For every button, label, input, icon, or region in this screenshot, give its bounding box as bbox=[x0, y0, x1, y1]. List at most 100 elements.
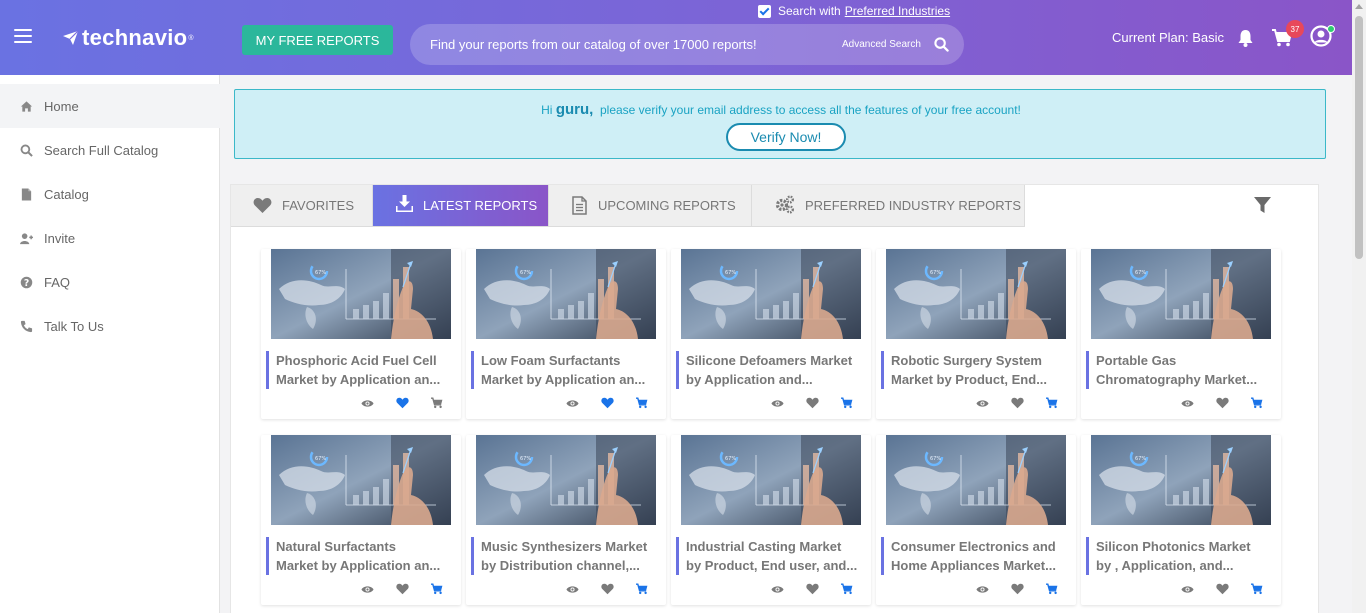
favorite-heart-icon[interactable] bbox=[396, 583, 409, 595]
technavio-logo[interactable]: technavio ® bbox=[62, 25, 194, 51]
report-thumbnail[interactable]: 67% bbox=[476, 435, 656, 525]
favorite-heart-icon[interactable] bbox=[806, 583, 819, 595]
add-to-cart-icon[interactable] bbox=[636, 397, 648, 409]
report-thumbnail[interactable]: 67% bbox=[271, 435, 451, 525]
report-thumbnail[interactable]: 67% bbox=[681, 249, 861, 339]
report-card[interactable]: 67% Natural Surfactants Market by Applicat… bbox=[261, 435, 461, 605]
report-title[interactable]: Portable Gas Chromatography Market... bbox=[1086, 351, 1274, 389]
advanced-search-link[interactable]: Advanced Search bbox=[842, 39, 921, 50]
report-title[interactable]: Industrial Casting Market by Product, End… bbox=[676, 537, 864, 575]
view-eye-icon[interactable] bbox=[566, 397, 579, 410]
add-to-cart-icon[interactable] bbox=[431, 583, 443, 595]
tab-upcoming-reports[interactable]: UPCOMING REPORTS bbox=[549, 185, 752, 227]
report-title[interactable]: Low Foam Surfactants Market by Applicatio… bbox=[471, 351, 659, 389]
add-to-cart-icon[interactable] bbox=[841, 397, 853, 409]
report-card[interactable]: 67% Phosphoric Acid Fuel Cell Market by Ap… bbox=[261, 249, 461, 419]
view-eye-icon[interactable] bbox=[771, 583, 784, 596]
add-to-cart-icon[interactable] bbox=[1251, 397, 1263, 409]
hamburger-menu-icon[interactable] bbox=[14, 29, 32, 43]
report-title-line-2: by Product, End user, and... bbox=[686, 558, 858, 573]
view-eye-icon[interactable] bbox=[976, 397, 989, 410]
report-title[interactable]: Robotic Surgery System Market by Product,… bbox=[881, 351, 1069, 389]
report-card[interactable]: 67% Music Synthesizers Market by Distribut… bbox=[466, 435, 666, 605]
add-to-cart-icon[interactable] bbox=[1251, 583, 1263, 595]
favorite-heart-icon[interactable] bbox=[1216, 583, 1229, 595]
logo-text: technavio bbox=[82, 25, 188, 50]
report-card[interactable]: 67% Consumer Electronics and Home Applianc… bbox=[876, 435, 1076, 605]
report-title[interactable]: Consumer Electronics and Home Appliances … bbox=[881, 537, 1069, 575]
filter-icon[interactable] bbox=[1254, 197, 1271, 214]
my-free-reports-button[interactable]: MY FREE REPORTS bbox=[242, 25, 393, 55]
report-title-line-1: Portable Gas bbox=[1096, 353, 1177, 368]
view-eye-icon[interactable] bbox=[566, 583, 579, 596]
bell-icon[interactable] bbox=[1237, 29, 1254, 47]
favorite-heart-icon[interactable] bbox=[1011, 397, 1024, 409]
report-thumbnail[interactable]: 67% bbox=[1091, 249, 1271, 339]
tab-latest-reports[interactable]: LATEST REPORTS bbox=[373, 185, 549, 227]
report-title[interactable]: Music Synthesizers Market by Distribution… bbox=[471, 537, 659, 575]
preferred-search-toggle[interactable]: Search with Preferred Industries bbox=[758, 4, 950, 18]
sidebar-item-faq[interactable]: ? FAQ bbox=[0, 260, 220, 304]
sidebar-item-home[interactable]: Home bbox=[0, 84, 220, 128]
add-to-cart-icon[interactable] bbox=[1046, 583, 1058, 595]
report-title-line-2: Market by Application an... bbox=[276, 558, 441, 573]
greeting-hi: Hi bbox=[541, 103, 553, 117]
view-eye-icon[interactable] bbox=[976, 583, 989, 596]
report-card[interactable]: 67% Robotic Surgery System Market by Produ… bbox=[876, 249, 1076, 419]
svg-text:67%: 67% bbox=[725, 270, 736, 276]
tab-preferred-industry-reports[interactable]: PREFERRED INDUSTRY REPORTS bbox=[752, 185, 1025, 227]
favorite-heart-icon[interactable] bbox=[1216, 397, 1229, 409]
sidebar-item-talk-to-us[interactable]: Talk To Us bbox=[0, 304, 220, 348]
view-eye-icon[interactable] bbox=[361, 583, 374, 596]
report-thumbnail[interactable]: 67% bbox=[886, 249, 1066, 339]
report-thumbnail[interactable]: 67% bbox=[1091, 435, 1271, 525]
report-actions bbox=[361, 583, 451, 597]
add-to-cart-icon[interactable] bbox=[841, 583, 853, 595]
phone-icon bbox=[20, 320, 33, 332]
add-to-cart-icon[interactable] bbox=[1046, 397, 1058, 409]
report-card[interactable]: 67% Low Foam Surfactants Market by Applica… bbox=[466, 249, 666, 419]
report-title[interactable]: Silicon Photonics Market by , Application… bbox=[1086, 537, 1274, 575]
report-title-line-2: Chromatography Market... bbox=[1096, 372, 1258, 387]
report-thumbnail[interactable]: 67% bbox=[476, 249, 656, 339]
view-eye-icon[interactable] bbox=[1181, 397, 1194, 410]
favorite-heart-icon[interactable] bbox=[396, 397, 409, 409]
sidebar-item-catalog[interactable]: Catalog bbox=[0, 172, 220, 216]
page-scrollbar[interactable] bbox=[1352, 0, 1366, 613]
report-thumbnail[interactable]: 67% bbox=[681, 435, 861, 525]
favorite-heart-icon[interactable] bbox=[601, 583, 614, 595]
scroll-up-arrow-icon[interactable] bbox=[1355, 4, 1363, 9]
report-title[interactable]: Phosphoric Acid Fuel Cell Market by Appli… bbox=[266, 351, 454, 389]
report-thumbnail[interactable]: 67% bbox=[271, 249, 451, 339]
report-actions bbox=[976, 397, 1066, 411]
favorite-heart-icon[interactable] bbox=[1011, 583, 1024, 595]
add-to-cart-icon[interactable] bbox=[636, 583, 648, 595]
report-card[interactable]: 67% Silicon Photonics Market by , Applicat… bbox=[1081, 435, 1281, 605]
sidebar-item-invite[interactable]: Invite bbox=[0, 216, 220, 260]
tab-favorites[interactable]: FAVORITES bbox=[231, 185, 373, 227]
favorite-heart-icon[interactable] bbox=[601, 397, 614, 409]
view-eye-icon[interactable] bbox=[771, 397, 784, 410]
report-card[interactable]: 67% Portable Gas Chromatography Market... bbox=[1081, 249, 1281, 419]
view-eye-icon[interactable] bbox=[361, 397, 374, 410]
sidebar-item-label: Catalog bbox=[44, 186, 89, 202]
preferred-industries-link[interactable]: Preferred Industries bbox=[845, 4, 950, 18]
view-eye-icon[interactable] bbox=[1181, 583, 1194, 596]
report-card[interactable]: 67% Industrial Casting Market by Product, … bbox=[671, 435, 871, 605]
add-to-cart-icon[interactable] bbox=[431, 397, 443, 409]
report-title[interactable]: Natural Surfactants Market by Application… bbox=[266, 537, 454, 575]
cart-count-badge: 37 bbox=[1286, 20, 1304, 38]
sidebar-item-search-catalog[interactable]: Search Full Catalog bbox=[0, 128, 220, 172]
greeting-username: guru, bbox=[555, 101, 594, 118]
preferred-search-checkbox[interactable] bbox=[758, 4, 771, 18]
favorite-heart-icon[interactable] bbox=[806, 397, 819, 409]
report-thumbnail[interactable]: 67% bbox=[886, 435, 1066, 525]
report-title[interactable]: Silicone Defoamers Market by Application … bbox=[676, 351, 864, 389]
question-icon: ? bbox=[20, 276, 33, 288]
catalog-search-input[interactable]: Find your reports from our catalog of ov… bbox=[410, 24, 964, 65]
sidebar-item-label: Talk To Us bbox=[44, 318, 104, 334]
search-icon[interactable] bbox=[934, 37, 949, 52]
report-card[interactable]: 67% Silicone Defoamers Market by Applicati… bbox=[671, 249, 871, 419]
verify-now-button[interactable]: Verify Now! bbox=[726, 123, 846, 151]
scrollbar-thumb[interactable] bbox=[1355, 16, 1363, 259]
